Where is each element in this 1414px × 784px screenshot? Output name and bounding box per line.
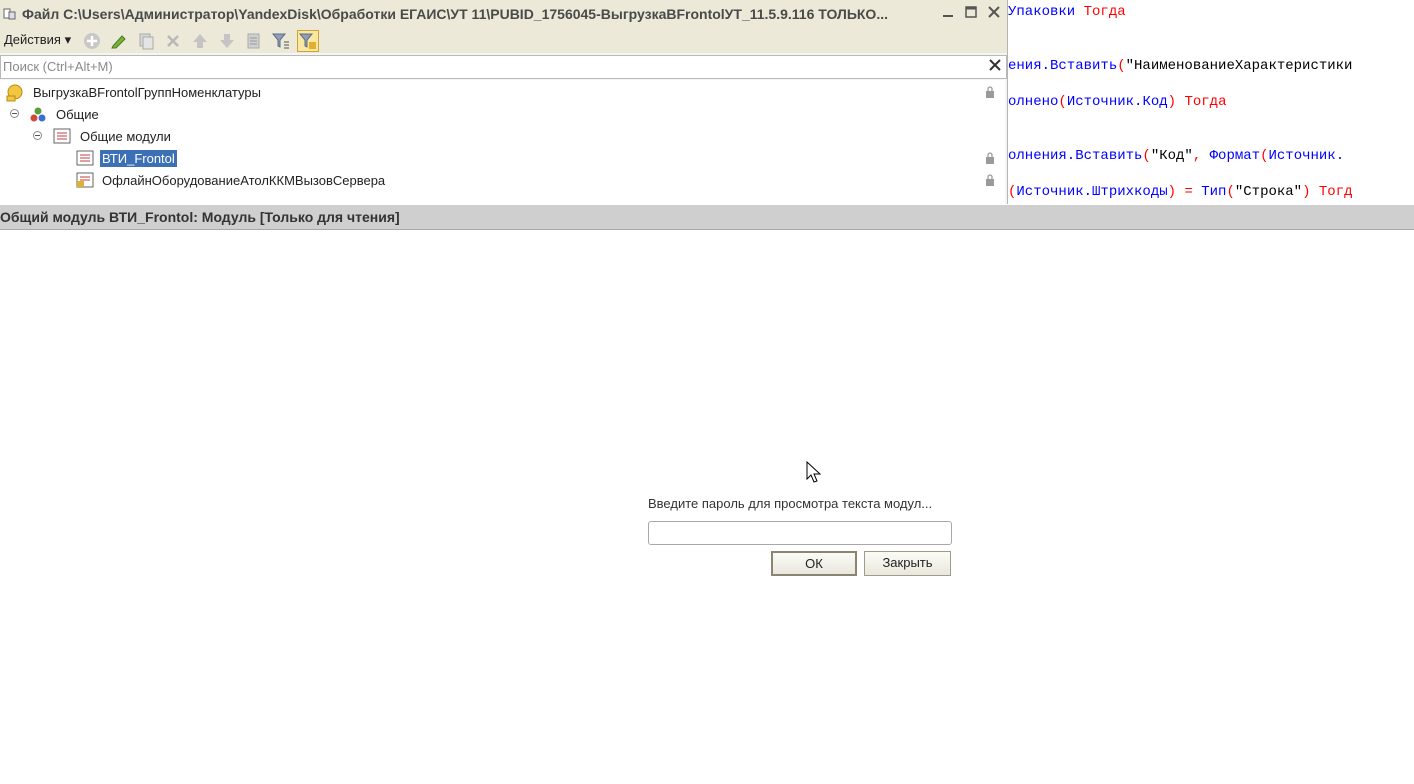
code-token: , (1192, 148, 1210, 164)
delete-icon[interactable] (163, 31, 183, 51)
code-token: "Строка" (1234, 184, 1303, 200)
move-down-icon[interactable] (217, 31, 237, 51)
code-token: "НаименованиеХарактеристики (1125, 58, 1353, 74)
tree-row-module-atol[interactable]: ОфлайнОборудованиеАтолККМВызовСервера (0, 169, 1005, 191)
code-line: Упаковки Тогда (1008, 4, 1126, 20)
maximize-icon (965, 6, 977, 18)
close-window-button[interactable] (984, 4, 1004, 24)
code-token: ( (1142, 148, 1151, 164)
tree-item-label: Общие (56, 107, 99, 122)
configuration-tree: ВыгрузкаВFrontolГруппНоменклатуры Общие … (0, 80, 1005, 204)
minimize-button[interactable] (938, 4, 958, 24)
module-panel-header: Общий модуль ВТИ_Frontol: Модуль [Только… (0, 205, 1414, 230)
tree-row-root[interactable]: ВыгрузкаВFrontolГруппНоменклатуры (0, 81, 1005, 103)
password-input[interactable] (648, 521, 952, 545)
code-token: ( (1058, 94, 1067, 110)
sort-icon[interactable] (244, 31, 264, 51)
tree-row-common-modules[interactable]: Общие модули (0, 125, 1005, 147)
tree-item-label: Общие модули (80, 129, 171, 144)
tree-item-label: ВыгрузкаВFrontolГруппНоменклатуры (33, 85, 261, 100)
lock-icon (986, 152, 994, 164)
code-token: ( (1117, 58, 1126, 74)
code-token: ( (1226, 184, 1235, 200)
window-title: Файл C:\Users\Администратор\YandexDisk\О… (22, 6, 888, 22)
code-token: ения.Вставить (1008, 58, 1118, 74)
code-token: олнено (1008, 94, 1059, 110)
collapse-toggle-icon[interactable] (33, 131, 42, 140)
tree-toolbar: Действия ▾ (0, 28, 1007, 53)
code-token: "Код" (1150, 148, 1193, 164)
code-token: Тип (1201, 184, 1227, 200)
code-token: Формат (1209, 148, 1261, 164)
close-icon (989, 59, 1001, 71)
code-line: олнения.Вставить("Код", Формат(Источник. (1008, 148, 1344, 164)
tree-row-common[interactable]: Общие (0, 103, 1005, 125)
filter-active-icon[interactable] (297, 30, 319, 52)
code-token: Тогд (1318, 184, 1353, 200)
lock-icon (986, 174, 994, 186)
code-token: Тогда (1083, 4, 1126, 20)
ok-button[interactable]: ОК (771, 551, 857, 576)
minimize-icon (943, 15, 953, 17)
code-token: Упаковки (1008, 4, 1084, 20)
code-token: Источник. (1268, 148, 1345, 164)
common-modules-icon (53, 128, 71, 144)
search-box (0, 55, 1007, 79)
server-module-icon (76, 172, 94, 188)
window-icon (3, 8, 16, 20)
copy-icon[interactable] (136, 31, 156, 51)
close-button[interactable]: Закрыть (864, 551, 951, 576)
code-token: ) = (1167, 184, 1202, 200)
tree-item-label: ВТИ_Frontol (100, 150, 177, 167)
code-editor-background: Упаковки Тогда ения.Вставить("Наименован… (1008, 0, 1414, 204)
code-line: (Источник.Штрихкоды) = Тип("Строка") Тог… (1008, 184, 1353, 200)
edit-pencil-icon[interactable] (109, 31, 129, 51)
close-icon (988, 6, 1000, 18)
actions-menu-button[interactable]: Действия ▾ (4, 32, 71, 48)
add-icon[interactable] (82, 31, 102, 51)
common-group-icon (30, 107, 46, 122)
code-line: олнено(Источник.Код) Тогда (1008, 94, 1226, 110)
code-line: ения.Вставить("НаименованиеХарактеристик… (1008, 58, 1352, 74)
maximize-button[interactable] (961, 4, 981, 24)
clear-search-button[interactable] (986, 58, 1004, 76)
code-token: олнения.Вставить (1008, 148, 1143, 164)
collapse-toggle-icon[interactable] (10, 109, 19, 118)
tree-row-module-vti-frontol[interactable]: ВТИ_Frontol (0, 147, 1005, 169)
code-token: Источник.Код (1066, 94, 1168, 110)
lock-icon (986, 86, 994, 98)
move-up-icon[interactable] (190, 31, 210, 51)
filter-icon[interactable] (271, 31, 291, 51)
code-token: ) (1167, 94, 1185, 110)
module-icon (76, 150, 94, 166)
code-token: ) (1302, 184, 1319, 200)
code-token: Источник.Штрихкоды (1016, 184, 1168, 200)
code-token: Тогда (1184, 94, 1227, 110)
configuration-tree-window: Файл C:\Users\Администратор\YandexDisk\О… (0, 0, 1008, 204)
configuration-root-icon (6, 84, 23, 102)
password-prompt-label: Введите пароль для просмотра текста моду… (648, 496, 933, 511)
window-titlebar[interactable]: Файл C:\Users\Администратор\YandexDisk\О… (0, 0, 1007, 28)
search-input[interactable] (3, 57, 973, 75)
tree-item-label: ОфлайнОборудованиеАтолККМВызовСервера (102, 173, 386, 188)
module-panel-title: Общий модуль ВТИ_Frontol: Модуль [Только… (0, 209, 400, 225)
mouse-cursor-icon (806, 461, 822, 483)
